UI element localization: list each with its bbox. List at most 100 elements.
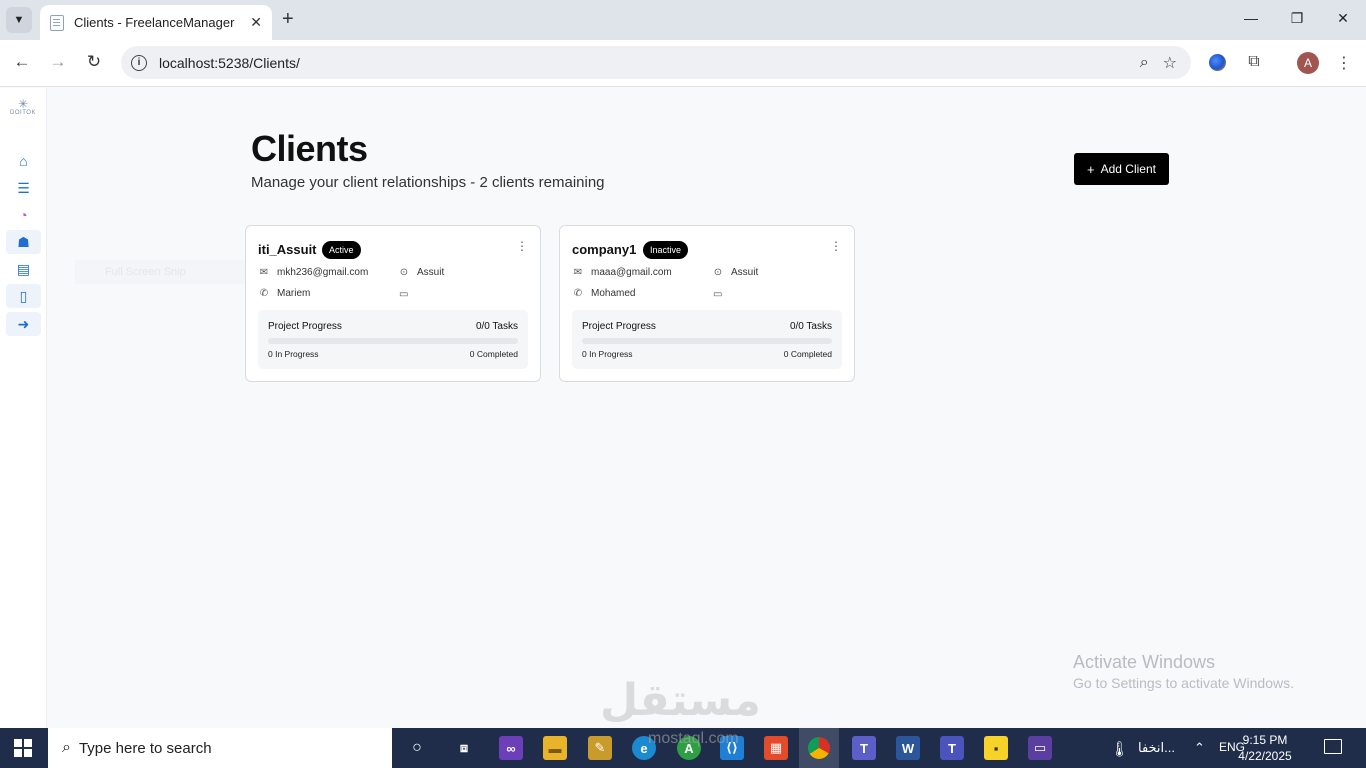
taskbar-search[interactable]: ⌕ Type here to search bbox=[48, 728, 392, 768]
location-pin-icon: ⊙ bbox=[399, 267, 409, 278]
notifications-icon[interactable] bbox=[1324, 739, 1342, 754]
in-progress-count: 0 In Progress bbox=[268, 349, 319, 359]
windows-logo-icon bbox=[14, 739, 22, 747]
client-email-text: maaa@gmail.com bbox=[591, 267, 672, 278]
more-options-icon[interactable]: ⋮ bbox=[830, 240, 842, 252]
plus-icon: + bbox=[1087, 161, 1095, 177]
taskbar-clock[interactable]: 9:15 PM 4/22/2025 bbox=[1225, 732, 1305, 764]
location-pin-icon: ⊙ bbox=[713, 267, 723, 278]
browser-toolbar: ← → ↻ i localhost:5238/Clients/ ⌕ ☆ ⧉ ⋮ bbox=[0, 40, 1366, 87]
app-tool-icon[interactable]: ✎ bbox=[588, 736, 612, 760]
page-title: Clients bbox=[251, 128, 368, 169]
activate-windows-notice: Activate Windows Go to Settings to activ… bbox=[1073, 652, 1294, 691]
sidebar-item-clients[interactable]: ☗ bbox=[6, 230, 41, 254]
visual-studio-icon[interactable]: ∞ bbox=[499, 736, 523, 760]
timer-icon: ◔ bbox=[19, 207, 28, 223]
client-location: ⊙ Assuit bbox=[399, 267, 444, 278]
status-badge: Inactive bbox=[643, 241, 689, 259]
more-options-icon[interactable]: ⋮ bbox=[516, 240, 528, 252]
completed-count: 0 Completed bbox=[469, 349, 518, 359]
client-card[interactable]: iti_Assuit Active ⋮ ✉ mkh236@gmail.com ⊙… bbox=[245, 225, 541, 382]
window-close-button[interactable]: ✕ bbox=[1333, 10, 1353, 27]
client-location: ⊙ Assuit bbox=[713, 267, 758, 278]
activate-windows-title: Activate Windows bbox=[1073, 652, 1216, 672]
page-favicon-icon bbox=[50, 14, 64, 31]
window-minimize-button[interactable]: — bbox=[1241, 10, 1261, 26]
project-progress-panel: Project Progress 0/0 Tasks 0 In Progress… bbox=[258, 310, 528, 369]
sidebar-item-documents[interactable]: ▯ bbox=[6, 284, 41, 308]
progress-label: Project Progress bbox=[582, 321, 656, 332]
zoom-icon[interactable]: ⌕ bbox=[1140, 54, 1149, 72]
document-icon: ▯ bbox=[19, 287, 28, 304]
profile-avatar[interactable]: A bbox=[1297, 52, 1319, 74]
weather-text[interactable]: انخفا... bbox=[1138, 740, 1175, 756]
word-icon[interactable]: W bbox=[896, 736, 920, 760]
sidebar-item-logout[interactable]: ➜ bbox=[6, 312, 41, 336]
list-icon: ☰ bbox=[17, 179, 30, 196]
progress-bar bbox=[582, 338, 832, 344]
projects-icon: ▤ bbox=[16, 260, 31, 277]
extension-icon[interactable] bbox=[1209, 54, 1226, 71]
sidebar-item-home[interactable]: ⌂ bbox=[6, 149, 41, 173]
tasks-count: 0/0 Tasks bbox=[475, 321, 518, 332]
forward-arrow-icon[interactable]: → bbox=[47, 52, 69, 72]
client-card[interactable]: company1 Inactive ⋮ ✉ maaa@gmail.com ⊙ A… bbox=[559, 225, 855, 382]
extensions-puzzle-icon[interactable]: ⧉ bbox=[1243, 53, 1265, 71]
client-contact-text: Mariem bbox=[277, 288, 311, 299]
start-button[interactable] bbox=[14, 739, 32, 757]
activate-windows-subtitle: Go to Settings to activate Windows. bbox=[1073, 675, 1294, 691]
tab-close-icon[interactable]: ✕ bbox=[250, 14, 262, 31]
url-text[interactable]: localhost:5238/Clients/ bbox=[159, 55, 1140, 71]
clients-icon: ☗ bbox=[17, 233, 30, 250]
teams-icon[interactable]: T bbox=[852, 736, 876, 760]
calendar-icon: ▭ bbox=[399, 289, 409, 300]
window-restore-button[interactable]: ❐ bbox=[1287, 10, 1307, 27]
sidebar-item-projects[interactable]: ▤ bbox=[6, 257, 41, 281]
logo-wordmark: DOITOK bbox=[10, 110, 36, 116]
add-client-button[interactable]: + Add Client bbox=[1074, 153, 1169, 185]
task-view-icon[interactable]: ⧈ bbox=[452, 736, 476, 760]
tasks-count: 0/0 Tasks bbox=[789, 321, 832, 332]
faint-overlay-menu: Full Screen Snip bbox=[75, 260, 245, 284]
site-info-icon[interactable]: i bbox=[131, 54, 147, 71]
reload-icon[interactable]: ↻ bbox=[83, 52, 105, 72]
search-placeholder: Type here to search bbox=[78, 739, 212, 757]
sidebar-item-list[interactable]: ☰ bbox=[6, 176, 41, 200]
calendar-icon: ▭ bbox=[713, 289, 723, 300]
new-tab-button[interactable]: + bbox=[282, 8, 294, 30]
browser-menu-icon[interactable]: ⋮ bbox=[1333, 53, 1355, 73]
file-explorer-icon[interactable]: ▬ bbox=[543, 736, 567, 760]
teams-classic-icon[interactable]: T bbox=[940, 736, 964, 760]
completed-count: 0 Completed bbox=[783, 349, 832, 359]
client-name: company1 bbox=[572, 242, 637, 257]
clock-time: 9:15 PM bbox=[1242, 733, 1288, 747]
logo-mark-icon: ✳ bbox=[17, 97, 29, 111]
app-window-icon[interactable]: ▭ bbox=[1028, 736, 1052, 760]
browser-tab-strip: ▼ Clients - FreelanceManager ✕ + — ❐ ✕ bbox=[0, 0, 1366, 40]
sidebar-item-timer[interactable]: ◔ bbox=[6, 203, 41, 227]
bookmark-star-icon[interactable]: ☆ bbox=[1163, 53, 1177, 73]
app-logo: ✳ DOITOK bbox=[7, 98, 39, 122]
client-contact: ✆ Mohamed bbox=[573, 288, 636, 299]
tab-search-chevron-icon[interactable]: ▼ bbox=[6, 7, 32, 33]
mail-icon: ✉ bbox=[573, 267, 583, 278]
progress-label: Project Progress bbox=[268, 321, 342, 332]
watermark-url: mostaql.com bbox=[648, 730, 739, 747]
sticky-notes-icon[interactable]: ▪ bbox=[984, 736, 1008, 760]
client-contact: ✆ Mariem bbox=[259, 288, 311, 299]
cortana-icon[interactable]: ○ bbox=[405, 736, 429, 760]
office-store-icon[interactable]: ▦ bbox=[764, 736, 788, 760]
tab-title: Clients - FreelanceManager bbox=[74, 15, 235, 30]
progress-bar bbox=[268, 338, 518, 344]
status-badge: Active bbox=[322, 241, 361, 259]
chrome-active-icon[interactable] bbox=[799, 728, 839, 768]
weather-icon[interactable]: 🌡 bbox=[1110, 740, 1129, 758]
address-bar[interactable]: i localhost:5238/Clients/ ⌕ ☆ bbox=[121, 46, 1191, 79]
phone-icon: ✆ bbox=[259, 288, 269, 299]
back-arrow-icon[interactable]: ← bbox=[11, 52, 33, 72]
phone-icon: ✆ bbox=[573, 288, 583, 299]
logout-icon: ➜ bbox=[17, 315, 30, 332]
browser-tab-clients[interactable]: Clients - FreelanceManager ✕ bbox=[40, 5, 272, 40]
tray-chevron-icon[interactable]: ⌃ bbox=[1194, 740, 1205, 756]
in-progress-count: 0 In Progress bbox=[582, 349, 633, 359]
